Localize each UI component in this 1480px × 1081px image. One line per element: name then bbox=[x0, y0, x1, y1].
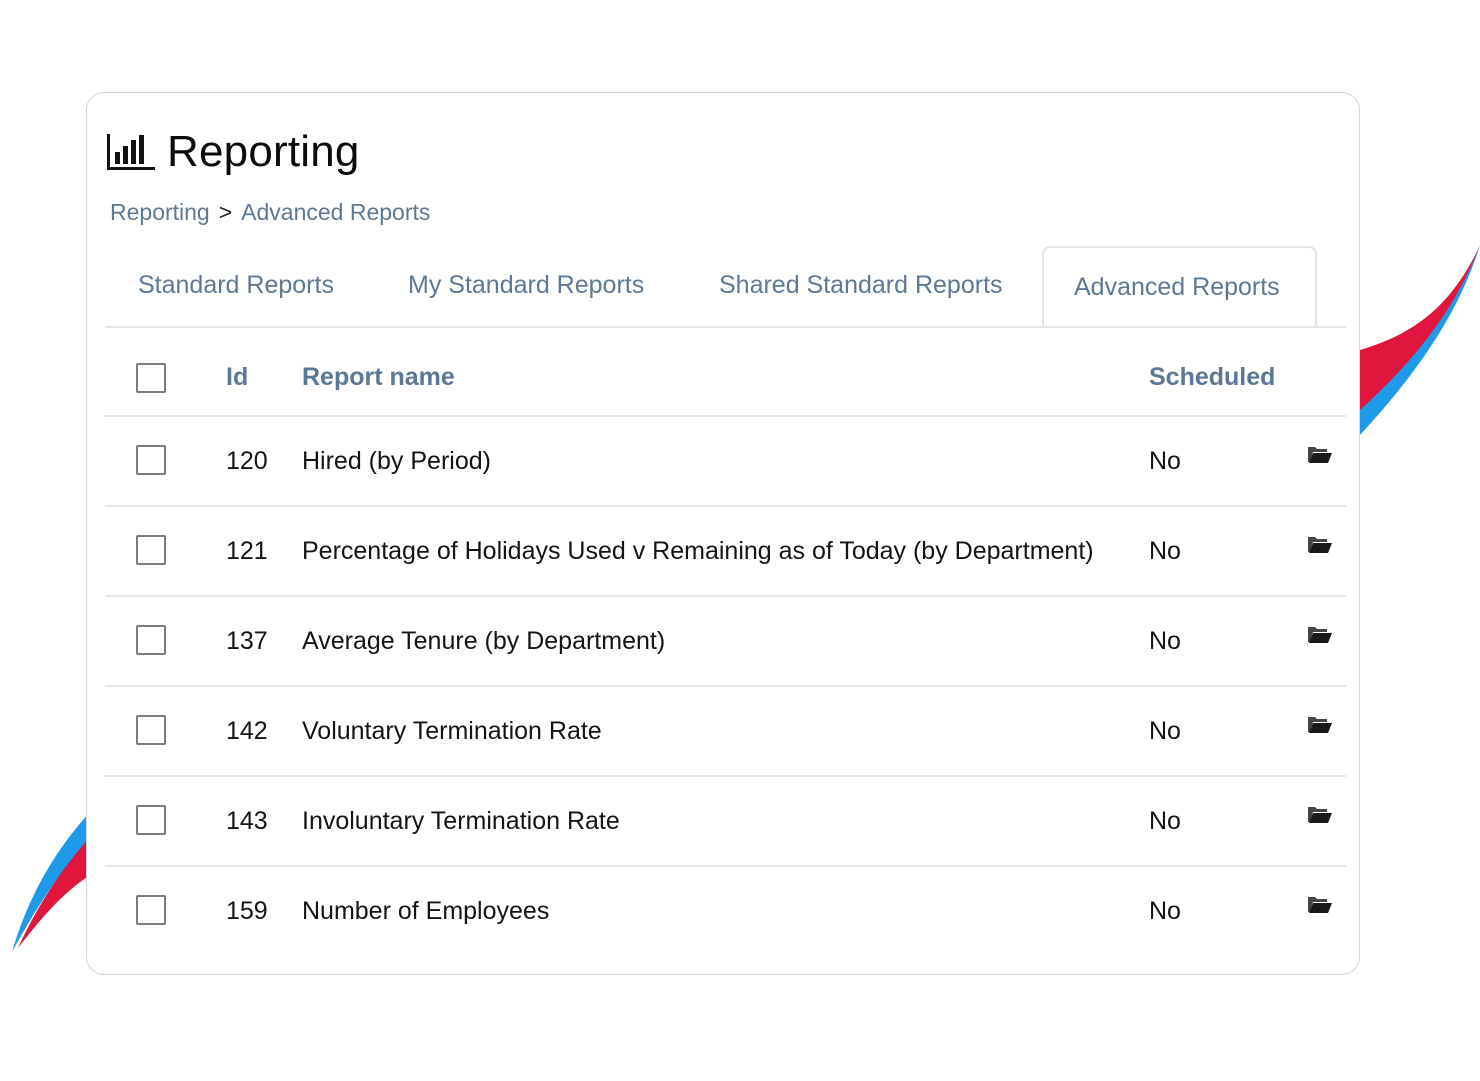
row-checkbox[interactable] bbox=[136, 535, 166, 565]
row-checkbox[interactable] bbox=[136, 625, 166, 655]
table-row: 137 Average Tenure (by Department) No bbox=[105, 597, 1346, 687]
report-scheduled: No bbox=[1149, 807, 1181, 835]
report-id: 137 bbox=[226, 627, 268, 655]
tab-my-standard-reports[interactable]: My Standard Reports bbox=[408, 246, 644, 326]
report-name[interactable]: Percentage of Holidays Used v Remaining … bbox=[302, 507, 1094, 595]
report-name[interactable]: Average Tenure (by Department) bbox=[302, 597, 665, 685]
breadcrumb-separator: > bbox=[218, 199, 233, 225]
select-all-checkbox[interactable] bbox=[136, 363, 166, 393]
breadcrumb-item-reporting[interactable]: Reporting bbox=[110, 199, 210, 226]
reports-table: Id Report name Scheduled 120 Hired (by P… bbox=[105, 336, 1346, 957]
report-id: 159 bbox=[226, 897, 268, 925]
folder-open-icon[interactable] bbox=[1307, 444, 1333, 464]
column-header-report-name[interactable]: Report name bbox=[302, 336, 455, 418]
decorative-swoosh-right bbox=[1360, 245, 1480, 435]
table-header-row: Id Report name Scheduled bbox=[105, 336, 1346, 417]
bar-chart-icon bbox=[107, 134, 155, 170]
report-scheduled: No bbox=[1149, 447, 1181, 475]
report-scheduled: No bbox=[1149, 717, 1181, 745]
report-id: 143 bbox=[226, 807, 268, 835]
table-row: 142 Voluntary Termination Rate No bbox=[105, 687, 1346, 777]
report-tabs: Standard Reports My Standard Reports Sha… bbox=[105, 246, 1346, 328]
breadcrumb-item-advanced-reports[interactable]: Advanced Reports bbox=[241, 199, 430, 226]
table-row: 159 Number of Employees No bbox=[105, 867, 1346, 957]
decorative-swoosh-left bbox=[12, 812, 90, 952]
report-id: 120 bbox=[226, 447, 268, 475]
folder-open-icon[interactable] bbox=[1307, 804, 1333, 824]
report-name[interactable]: Voluntary Termination Rate bbox=[302, 687, 602, 775]
page-title: Reporting bbox=[167, 127, 360, 176]
tab-advanced-reports[interactable]: Advanced Reports bbox=[1042, 246, 1317, 326]
column-header-id[interactable]: Id bbox=[226, 336, 248, 418]
report-scheduled: No bbox=[1149, 897, 1181, 925]
row-checkbox[interactable] bbox=[136, 445, 166, 475]
row-checkbox[interactable] bbox=[136, 895, 166, 925]
row-checkbox[interactable] bbox=[136, 805, 166, 835]
report-name[interactable]: Involuntary Termination Rate bbox=[302, 777, 620, 865]
report-scheduled: No bbox=[1149, 627, 1181, 655]
table-row: 121 Percentage of Holidays Used v Remain… bbox=[105, 507, 1346, 597]
tab-standard-reports[interactable]: Standard Reports bbox=[138, 246, 334, 326]
page-header: Reporting bbox=[105, 127, 360, 177]
column-header-scheduled[interactable]: Scheduled bbox=[1149, 336, 1275, 418]
folder-open-icon[interactable] bbox=[1307, 894, 1333, 914]
report-name[interactable]: Hired (by Period) bbox=[302, 417, 491, 505]
row-checkbox[interactable] bbox=[136, 715, 166, 745]
table-row: 143 Involuntary Termination Rate No bbox=[105, 777, 1346, 867]
table-row: 120 Hired (by Period) No bbox=[105, 417, 1346, 507]
report-scheduled: No bbox=[1149, 537, 1181, 565]
folder-open-icon[interactable] bbox=[1307, 624, 1333, 644]
report-id: 121 bbox=[226, 537, 268, 565]
folder-open-icon[interactable] bbox=[1307, 714, 1333, 734]
folder-open-icon[interactable] bbox=[1307, 534, 1333, 554]
breadcrumb: Reporting > Advanced Reports bbox=[110, 199, 430, 226]
tab-shared-standard-reports[interactable]: Shared Standard Reports bbox=[719, 246, 1003, 326]
reporting-panel: Reporting Reporting > Advanced Reports S… bbox=[86, 92, 1360, 975]
report-name[interactable]: Number of Employees bbox=[302, 867, 549, 955]
report-id: 142 bbox=[226, 717, 268, 745]
